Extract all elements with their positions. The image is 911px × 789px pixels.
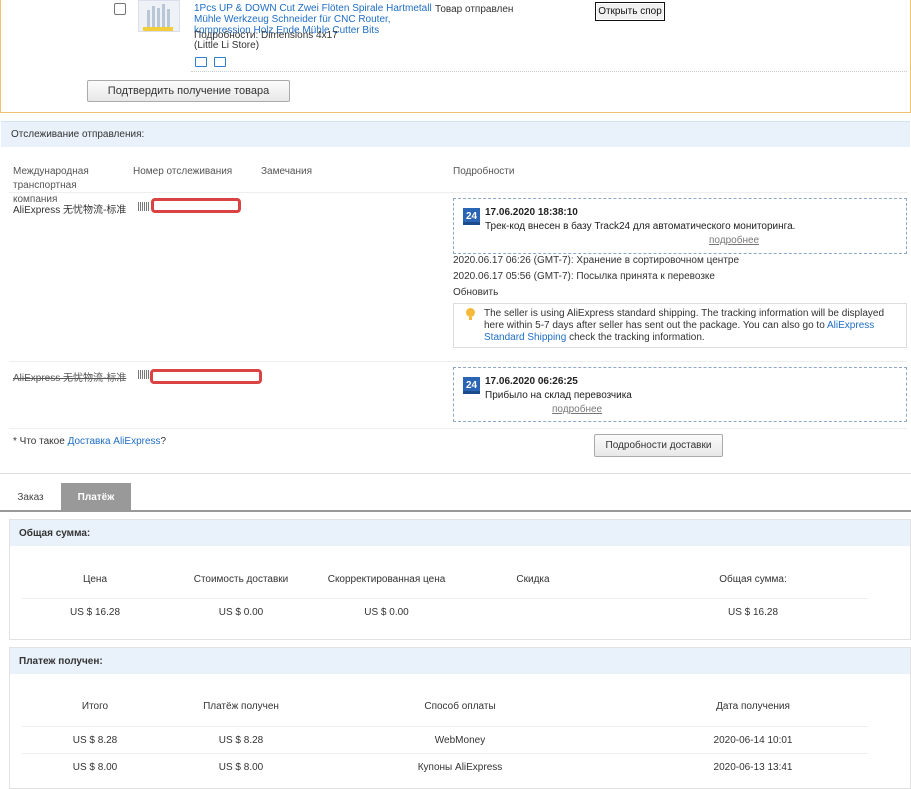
- lightbulb-icon: [466, 308, 475, 320]
- header-shipping-cost: Стоимость доставки: [193, 574, 289, 585]
- tracking-event: 2020.06.17 06:26 (GMT-7): Хранение в сор…: [453, 255, 740, 266]
- header-date-received: Дата получения: [716, 701, 790, 712]
- divider: [9, 428, 907, 429]
- footnote-text: ?: [160, 436, 167, 447]
- item-checkbox[interactable]: [114, 3, 126, 15]
- redacted-tracking-number: [150, 369, 262, 384]
- total-panel-title: Общая сумма:: [10, 520, 910, 546]
- row-date-received: 2020-06-14 10:01: [713, 735, 793, 746]
- column-notes: Замечания: [261, 166, 313, 177]
- header-price: Цена: [82, 574, 108, 585]
- message-icon[interactable]: [214, 57, 226, 67]
- payment-panel-title: Платеж получен:: [10, 648, 910, 674]
- more-details-link[interactable]: подробнее: [552, 404, 602, 415]
- carrier-name: AliExpress 无忧物流-标准: [13, 205, 127, 216]
- row-payment-received: US $ 8.28: [218, 735, 264, 746]
- total-panel: Общая сумма: Цена Стоимость доставки Ско…: [9, 519, 911, 640]
- confirm-receipt-button[interactable]: Подтвердить получение товара: [87, 80, 290, 102]
- header-adjusted-price: Скорректированная цена: [327, 574, 446, 585]
- status-text: Прибыло на склад перевозчика: [485, 390, 632, 401]
- row-payment-method: Купоны AliExpress: [417, 762, 503, 773]
- tab-payment[interactable]: Платёж: [61, 483, 131, 511]
- divider: [22, 726, 868, 727]
- track24-status-box: 24 17.06.2020 18:38:10 Трек-код внесен в…: [453, 198, 907, 254]
- carrier-name: AliExpress 无忧物流-标准: [13, 373, 127, 384]
- order-item-panel: 1Pcs UP & DOWN Cut Zwei Flöten Spirale H…: [0, 0, 911, 113]
- info-text-part: check the tracking information.: [566, 332, 705, 343]
- snapshot-icon[interactable]: [195, 57, 207, 67]
- tracking-section-title: Отслеживание отправления:: [1, 121, 910, 147]
- payment-received-panel: Платеж получен: Итого Платёж получен Спо…: [9, 647, 911, 789]
- row-payment-received: US $ 8.00: [218, 762, 264, 773]
- track24-status-box: 24 17.06.2020 06:26:25 Прибыло на склад …: [453, 367, 907, 422]
- value-shipping-cost: US $ 0.00: [218, 607, 264, 618]
- column-details: Подробности: [453, 166, 515, 177]
- row-subtotal: US $ 8.00: [72, 762, 118, 773]
- value-total: US $ 16.28: [727, 607, 779, 618]
- header-payment-method: Способ оплаты: [424, 701, 496, 712]
- divider: [22, 753, 868, 754]
- footnote-text: * Что такое: [13, 436, 68, 447]
- shipping-info-text: The seller is using AliExpress standard …: [484, 308, 899, 344]
- track24-icon: 24: [463, 377, 480, 394]
- divider: [0, 473, 911, 474]
- header-payment-received: Платёж получен: [203, 701, 279, 712]
- barcode-icon: [138, 202, 150, 211]
- delivery-footnote: * Что такое Доставка AliExpress?: [13, 436, 166, 447]
- track24-icon: 24: [463, 208, 480, 225]
- refresh-link[interactable]: Обновить: [453, 287, 498, 298]
- tab-order[interactable]: Заказ: [0, 483, 61, 511]
- header-total: Общая сумма:: [719, 574, 787, 585]
- divider: [22, 598, 868, 599]
- shipping-info-box: The seller is using AliExpress standard …: [453, 303, 907, 348]
- redacted-tracking-number: [151, 198, 241, 213]
- more-details-link[interactable]: подробнее: [709, 235, 759, 246]
- value-adjusted-price: US $ 0.00: [364, 607, 409, 618]
- divider: [9, 192, 907, 193]
- product-details: Подробности: Dimensions 4x17 (Little Li …: [194, 31, 338, 51]
- header-subtotal: Итого: [81, 701, 109, 712]
- row-subtotal: US $ 8.28: [72, 735, 118, 746]
- barcode-icon: [138, 370, 150, 379]
- row-payment-method: WebMoney: [434, 735, 486, 746]
- row-date-received: 2020-06-13 13:41: [713, 762, 793, 773]
- value-price: US $ 16.28: [69, 607, 121, 618]
- delivery-details-button[interactable]: Подробности доставки: [594, 434, 723, 457]
- divider: [9, 361, 907, 362]
- tab-underline: [0, 510, 911, 512]
- open-dispute-button[interactable]: Открыть спор: [595, 2, 665, 21]
- item-status: Товар отправлен: [435, 4, 514, 15]
- product-thumbnail[interactable]: [138, 0, 180, 32]
- divider: [191, 71, 907, 72]
- column-tracking-number: Номер отслеживания: [133, 166, 233, 177]
- info-text-part: The seller is using AliExpress standard …: [484, 308, 885, 331]
- store-name: (Little Li Store): [194, 40, 260, 51]
- aliexpress-delivery-link[interactable]: Доставка AliExpress: [68, 436, 161, 447]
- status-text: Трек-код внесен в базу Track24 для автом…: [485, 221, 796, 232]
- status-date: 17.06.2020 06:26:25: [485, 376, 578, 387]
- status-date: 17.06.2020 18:38:10: [485, 207, 578, 218]
- tracking-event: 2020.06.17 05:56 (GMT-7): Посылка принят…: [453, 271, 715, 282]
- header-discount: Скидка: [516, 574, 550, 585]
